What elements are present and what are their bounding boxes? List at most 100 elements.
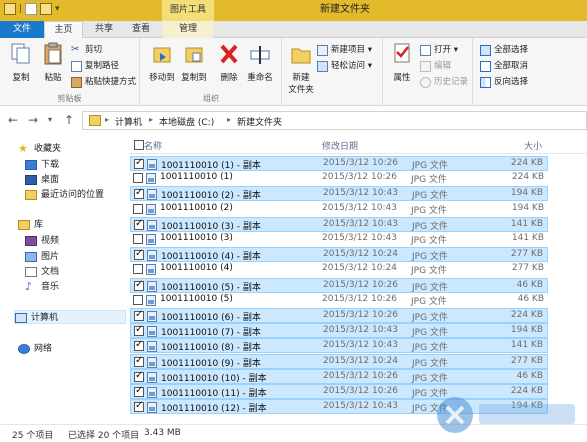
file-row[interactable]: 1001110010 (4) 2015/3/12 10:24 JPG 文件 277 K…: [130, 262, 548, 277]
tab-view[interactable]: 查看: [123, 21, 159, 38]
copy-to-button[interactable]: 复制到: [179, 42, 209, 83]
properties-icon: [394, 43, 410, 63]
new-folder-icon[interactable]: [40, 3, 53, 15]
file-row[interactable]: 1001110010 (9) - 副本 2015/3/12 10:24 JPG 文件…: [130, 353, 548, 369]
nav-downloads[interactable]: 下载: [25, 158, 59, 172]
chevron-right-icon[interactable]: ▸: [227, 115, 231, 124]
file-row[interactable]: 1001110010 (2) - 副本 2015/3/12 10:43 JPG 文件…: [130, 186, 548, 202]
move-to-button[interactable]: 移动到: [147, 42, 177, 83]
file-row[interactable]: 1001110010 (5) 2015/3/12 10:26 JPG 文件 46 KB: [130, 293, 548, 308]
nav-videos[interactable]: 视频: [25, 234, 59, 248]
paste-button[interactable]: 粘贴: [38, 42, 68, 83]
file-row[interactable]: 1001110010 (7) - 副本 2015/3/12 10:43 JPG 文件…: [130, 323, 548, 339]
select-none-icon: [480, 61, 491, 72]
file-type: JPG 文件: [412, 161, 448, 171]
file-row[interactable]: 1001110010 (3) 2015/3/12 10:43 JPG 文件 141 K…: [130, 232, 548, 247]
row-checkbox[interactable]: [134, 385, 144, 397]
chevron-right-icon[interactable]: ▸: [105, 115, 109, 124]
tab-manage[interactable]: 管理: [163, 21, 213, 38]
easy-access-button[interactable]: 轻松访问 ▾: [317, 60, 372, 73]
new-folder-button[interactable]: 新建 文件夹: [286, 42, 316, 95]
file-row[interactable]: 1001110010 (6) - 副本 2015/3/12 10:26 JPG 文件…: [130, 308, 548, 323]
row-checkbox[interactable]: [134, 157, 144, 169]
nav-pictures[interactable]: 图片: [25, 250, 59, 264]
history-label: 历史记录: [434, 77, 469, 87]
rename-label: 重命名: [247, 73, 273, 83]
file-row[interactable]: 1001110010 (1) - 副本 2015/3/12 10:26 JPG 文件…: [130, 156, 548, 171]
nav-desktop[interactable]: 桌面: [25, 173, 59, 187]
nav-network[interactable]: 网络: [18, 342, 52, 356]
row-checkbox[interactable]: [133, 294, 143, 305]
row-checkbox[interactable]: [134, 400, 144, 413]
column-name[interactable]: 名称: [144, 139, 162, 152]
row-checkbox[interactable]: [133, 264, 143, 275]
select-none-button[interactable]: 全部取消: [480, 60, 528, 73]
nav-favorites[interactable]: ★ 收藏夹: [18, 142, 61, 156]
nav-favorites-label: 收藏夹: [34, 144, 62, 154]
chevron-right-icon[interactable]: ▸: [149, 115, 153, 124]
file-row[interactable]: 1001110010 (10) - 副本 2015/3/12 10:26 JPG 文…: [130, 368, 548, 384]
customize-icon[interactable]: ▾: [55, 3, 60, 15]
new-item-button[interactable]: 新建项目 ▾: [317, 44, 372, 57]
row-checkbox[interactable]: [133, 234, 143, 244]
copy-button[interactable]: 复制: [6, 42, 36, 83]
history-button[interactable]: 历史记录: [420, 76, 468, 89]
nav-computer[interactable]: 计算机: [14, 310, 126, 324]
row-checkbox[interactable]: [134, 339, 144, 352]
column-date[interactable]: 修改日期: [322, 139, 358, 152]
file-row[interactable]: 1001110010 (3) - 副本 2015/3/12 10:43 JPG 文件…: [130, 216, 548, 232]
forward-icon[interactable]: →: [28, 113, 38, 127]
file-row[interactable]: 1001110010 (5) - 副本 2015/3/12 10:26 JPG 文件…: [130, 277, 548, 293]
file-row[interactable]: 1001110010 (4) - 副本 2015/3/12 10:24 JPG 文件…: [130, 247, 548, 263]
row-checkbox[interactable]: [134, 355, 144, 367]
delete-icon: [220, 44, 238, 64]
row-checkbox[interactable]: [133, 203, 143, 214]
row-checkbox[interactable]: [134, 187, 144, 200]
tab-home[interactable]: 主页: [44, 21, 83, 39]
row-checkbox[interactable]: [134, 370, 144, 382]
file-name: 1001110010 (5): [160, 293, 233, 304]
nav-documents[interactable]: 文档: [25, 265, 59, 279]
copy-path-button[interactable]: 复制路径: [71, 60, 119, 73]
cut-button[interactable]: ✂ 剪切: [71, 44, 102, 57]
column-size[interactable]: 大小: [524, 139, 542, 152]
properties-button[interactable]: 属性: [387, 42, 417, 83]
tab-share[interactable]: 共享: [86, 21, 122, 38]
row-checkbox[interactable]: [134, 279, 144, 291]
row-checkbox[interactable]: [133, 173, 143, 184]
row-checkbox[interactable]: [134, 218, 144, 230]
recent-locations-icon[interactable]: ▾: [48, 113, 52, 127]
file-row[interactable]: 1001110010 (1) 2015/3/12 10:26 JPG 文件 224 K…: [130, 171, 548, 186]
row-checkbox[interactable]: [134, 309, 144, 321]
file-name: 1001110010 (11) - 副本: [161, 389, 267, 399]
row-checkbox[interactable]: [134, 248, 144, 261]
file-row[interactable]: 1001110010 (8) - 副本 2015/3/12 10:43 JPG 文件…: [130, 338, 548, 354]
breadcrumb-local-disk[interactable]: 本地磁盘 (C:): [159, 115, 214, 128]
edit-button[interactable]: 编辑: [420, 60, 451, 73]
paste-shortcut-button[interactable]: 粘贴快捷方式: [71, 76, 136, 89]
breadcrumb-new-folder[interactable]: 新建文件夹: [237, 115, 282, 128]
delete-button[interactable]: 删除: [214, 42, 244, 83]
up-icon[interactable]: ↑: [64, 113, 74, 127]
nav-recent[interactable]: 最近访问的位置: [25, 188, 104, 202]
nav-music[interactable]: ♪ 音乐: [25, 280, 59, 294]
nav-libraries[interactable]: 库: [18, 218, 43, 232]
select-all-checkbox[interactable]: [134, 140, 144, 150]
open-button[interactable]: 打开 ▾: [420, 44, 458, 57]
rename-button[interactable]: 重命名: [245, 42, 275, 83]
copy-path-label: 复制路径: [85, 61, 120, 71]
back-icon[interactable]: ←: [8, 113, 18, 127]
documents-icon: [25, 267, 37, 277]
invert-selection-button[interactable]: 反向选择: [480, 76, 528, 89]
folder-icon: [89, 115, 101, 126]
folder-icon[interactable]: [4, 3, 16, 15]
file-row[interactable]: 1001110010 (2) 2015/3/12 10:43 JPG 文件 194 K…: [130, 202, 548, 217]
breadcrumb-computer[interactable]: 计算机: [115, 115, 142, 128]
row-checkbox[interactable]: [134, 324, 144, 337]
tab-file[interactable]: 文件: [0, 21, 44, 38]
cut-label: 剪切: [85, 45, 103, 55]
properties-icon[interactable]: [25, 3, 38, 15]
open-label: 打开 ▾: [434, 45, 458, 55]
select-all-button[interactable]: 全部选择: [480, 44, 528, 57]
address-bar[interactable]: ▸ 计算机 ▸ 本地磁盘 (C:) ▸ 新建文件夹: [82, 111, 587, 130]
